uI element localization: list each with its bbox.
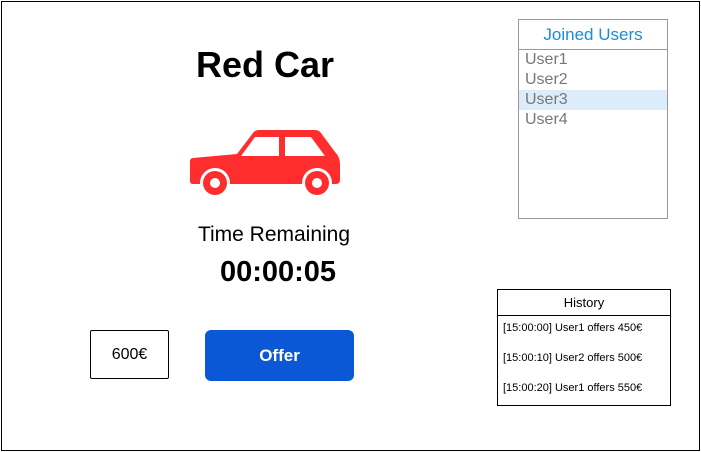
- history-entry: [15:00:20] User1 offers 550€: [503, 382, 643, 394]
- joined-users-header: Joined Users: [519, 20, 667, 50]
- time-remaining-label: Time Remaining: [197, 223, 351, 246]
- user-list-item[interactable]: User4: [519, 110, 667, 130]
- countdown-timer: 00:00:05: [219, 256, 337, 288]
- user-list-item[interactable]: User2: [519, 70, 667, 90]
- item-title: Red Car: [195, 44, 335, 85]
- offer-amount-input[interactable]: [90, 330, 169, 379]
- joined-users-list: User1 User2 User3 User4: [519, 50, 667, 130]
- user-list-item-selected[interactable]: User3: [519, 90, 667, 110]
- user-list-item[interactable]: User1: [519, 50, 667, 70]
- history-entry: [15:00:00] User1 offers 450€: [503, 322, 643, 334]
- offer-button[interactable]: Offer: [205, 330, 354, 381]
- joined-users-panel: Joined Users User1 User2 User3 User4: [518, 19, 668, 219]
- car-icon: [190, 130, 340, 198]
- history-panel: History [15:00:00] User1 offers 450€ [15…: [497, 289, 671, 406]
- history-header: History: [498, 290, 670, 316]
- history-list: [15:00:00] User1 offers 450€ [15:00:10] …: [498, 316, 670, 406]
- history-entry: [15:00:10] User2 offers 500€: [503, 352, 643, 364]
